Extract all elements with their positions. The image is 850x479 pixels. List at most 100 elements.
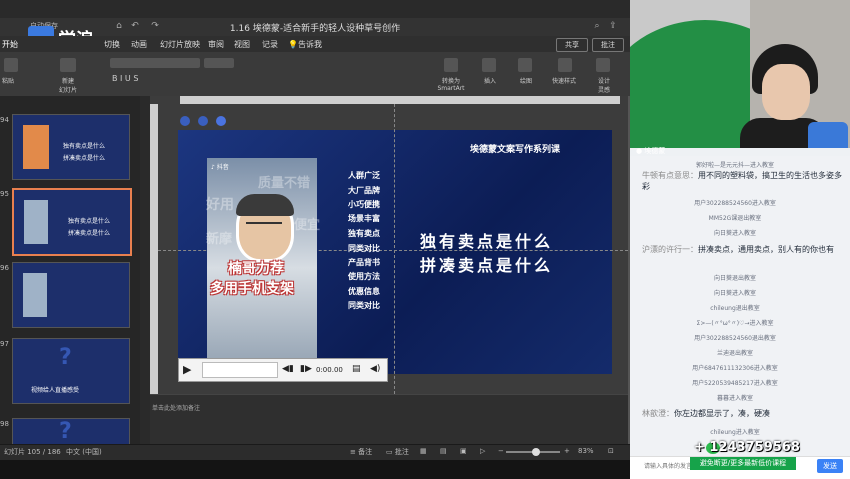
presenter-hair [236, 194, 294, 216]
font-size-select[interactable] [204, 58, 234, 68]
chat-system-message: 用户6847611132306进入教室 [692, 365, 778, 372]
style-icon[interactable] [558, 58, 572, 72]
tab-tell-me[interactable]: 💡告诉我 [288, 39, 322, 50]
thumb-image [23, 125, 49, 169]
comments-icon: ▭ [386, 448, 393, 456]
format-buttons[interactable]: B I U S [112, 74, 138, 83]
chat-system-message: 用户5220539485217进入教室 [692, 380, 778, 387]
zoom-in-icon[interactable]: + [564, 447, 570, 455]
camera-view [630, 0, 850, 148]
tab-review[interactable]: 审阅 [208, 39, 224, 50]
tab-home[interactable]: 开始 [2, 39, 18, 50]
chat-system-message: 兰迪退出教室 [716, 350, 753, 357]
share-icon[interactable]: ⇪ [608, 21, 618, 31]
tab-transitions[interactable]: 切换 [104, 39, 120, 50]
fit-slide-icon[interactable]: ⊡ [608, 447, 614, 455]
chat-system-message: 用户302288524560进入教室 [694, 200, 776, 207]
chat-system-message: 向日葵退出教室 [713, 275, 756, 282]
volume-icon[interactable]: ◀) [370, 364, 380, 374]
tab-record[interactable]: 记录 [262, 39, 278, 50]
chat-system-message: 暮暮进入教室 [716, 395, 753, 402]
thumb-number: 95 [0, 190, 9, 198]
comments-toggle[interactable]: ▭ 批注 [386, 447, 409, 457]
chat-text: 拼凑卖点，通用卖点，别人有的你也有 [698, 245, 834, 254]
chat-system-message: Σ>—(〃°ω°〃)♡→进入教室 [696, 320, 774, 327]
camera-host-name: ● 埃德蒙 [636, 146, 665, 156]
reading-view-icon[interactable]: ▣ [460, 447, 467, 455]
draw-icon[interactable] [518, 58, 532, 72]
paste-icon[interactable] [4, 58, 18, 72]
new-slide-icon[interactable] [60, 58, 76, 72]
tiktok-icon: ♪ [211, 164, 215, 171]
notes-pane[interactable] [150, 394, 628, 445]
thumb-title-2: 拼凑卖点是什么 [63, 155, 106, 162]
play-icon[interactable]: ▶ [183, 363, 191, 376]
chat-author: 沪漂的许行一： [642, 245, 698, 254]
chat-input[interactable]: 请输入具体的发言 [644, 461, 692, 470]
feature-item: 同类对比 [348, 300, 380, 310]
sorter-view-icon[interactable]: ▤ [440, 447, 447, 455]
slide-dot [180, 116, 190, 126]
thumb-title-2: 拼凑卖点是什么 [68, 230, 111, 237]
feature-item: 独有卖点 [348, 228, 380, 238]
series-title: 埃德蒙文案写作系列课 [470, 145, 561, 155]
tab-slideshow[interactable]: 幻灯片放映 [160, 39, 200, 50]
send-button[interactable]: 发送 [817, 459, 843, 473]
video-bg-text: 便宜 [294, 218, 321, 233]
promo-banner: 避免断更/更多最新低价课程 [690, 457, 796, 470]
thumb-title: 独有卖点是什么 [68, 218, 111, 225]
feature-item: 小巧便携 [348, 199, 380, 209]
zoom-out-icon[interactable]: − [498, 447, 504, 455]
tab-view[interactable]: 视图 [234, 39, 250, 50]
step-forward-icon[interactable]: ▮▶ [300, 364, 312, 374]
feature-item: 产品背书 [348, 257, 380, 267]
font-select[interactable] [110, 58, 200, 68]
bottom-strip [0, 460, 630, 478]
chat-system-message: 向日葵进入教室 [713, 230, 756, 237]
feature-item: 场景丰富 [348, 213, 380, 223]
language: 中文 (中国) [66, 448, 102, 456]
step-back-icon[interactable]: ◀▮ [282, 364, 294, 374]
thumbnail-slide[interactable] [12, 262, 130, 328]
feature-item: 人群广泛 [348, 170, 380, 180]
comment-button[interactable]: 批注 [592, 38, 624, 52]
captions-icon[interactable]: ▤ [352, 364, 361, 374]
thumbnail-slide-selected[interactable]: 独有卖点是什么 拼凑卖点是什么 [12, 188, 132, 256]
new-slide-label: 新建 幻灯片 [58, 78, 77, 94]
video-bg-text: 好用 [206, 197, 234, 213]
thumb-number: 94 [0, 116, 9, 124]
mic-icon: ● [636, 147, 643, 155]
zoom-level: 83% [578, 447, 594, 455]
vertical-ruler [150, 104, 158, 394]
slideshow-view-icon[interactable]: ▷ [480, 447, 485, 455]
pane-splitter[interactable] [140, 96, 150, 444]
smartart-icon[interactable] [444, 58, 458, 72]
thumbnail-slide[interactable]: 独有卖点是什么 拼凑卖点是什么 [12, 114, 130, 180]
insert-icon[interactable] [482, 58, 496, 72]
thumbnail-slide[interactable]: ? 视频给人直播感受 [12, 338, 130, 404]
paste-label: 粘贴 [2, 78, 15, 85]
thumbnail-slide[interactable]: ? [12, 418, 130, 446]
thumb-image [24, 200, 48, 244]
slide-dot [198, 116, 208, 126]
tiktok-name: 抖音 [216, 164, 229, 171]
share-button[interactable]: 共享 [556, 38, 588, 52]
tab-animations[interactable]: 动画 [131, 39, 147, 50]
chat-message: 沪漂的许行一：拼凑卖点，通用卖点，别人有的你也有 [642, 244, 842, 255]
chat-author: 牛顿有点意思： [642, 171, 698, 180]
feature-item: 使用方法 [348, 271, 380, 281]
chat-system-message: chileung退出教室 [710, 305, 760, 312]
guide-line-vertical [394, 104, 395, 394]
chat-message: 林歆澄：你左边都显示了，凑，硬凑 [642, 408, 842, 419]
thumb-number: 96 [0, 264, 9, 272]
designer-icon[interactable] [596, 58, 610, 72]
normal-view-icon[interactable]: ▦ [420, 447, 427, 455]
media-progress[interactable] [202, 362, 278, 378]
notes-placeholder: 单击此处添加备注 [152, 405, 201, 412]
feature-item: 优惠信息 [348, 286, 380, 296]
video-caption-1: 楠哥力荐 [228, 261, 284, 277]
feature-item: 大厂品牌 [348, 185, 380, 195]
search-icon[interactable]: ⌕ [592, 21, 602, 31]
notes-toggle[interactable]: ≡ 备注 [350, 447, 372, 457]
comments-toggle-label: 批注 [394, 448, 409, 456]
